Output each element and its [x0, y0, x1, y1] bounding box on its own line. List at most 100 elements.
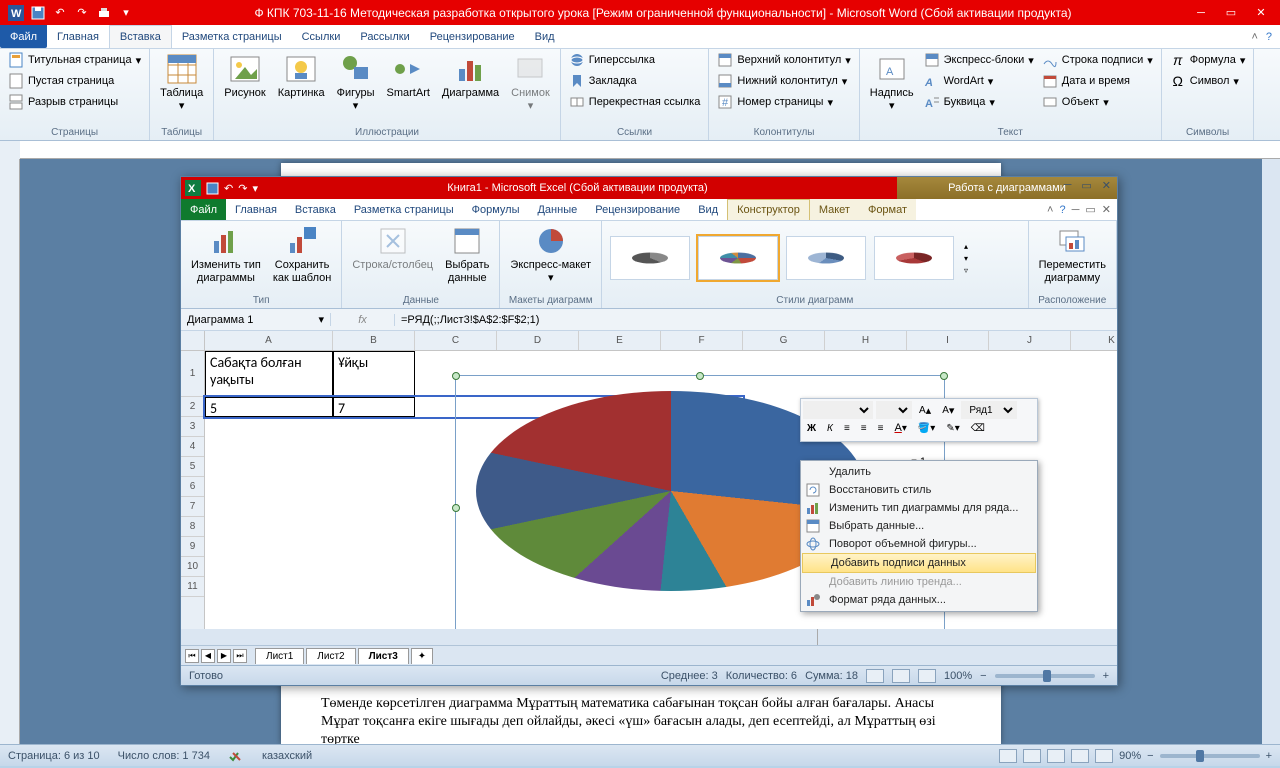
excel-minimize-button[interactable]: ─: [1064, 179, 1072, 192]
clipart-button[interactable]: Картинка: [274, 51, 329, 102]
tab-file[interactable]: Файл: [0, 25, 47, 48]
sheet-prev-icon[interactable]: ◀: [201, 649, 215, 663]
pagenum-button[interactable]: #Номер страницы ▾: [715, 93, 852, 111]
excel-tab-file[interactable]: Файл: [181, 199, 226, 220]
minimize-button[interactable]: ─: [1192, 6, 1210, 20]
excel-tab-formulas[interactable]: Формулы: [463, 199, 529, 220]
excel-zoom-in-button[interactable]: +: [1103, 670, 1109, 682]
save-icon[interactable]: [30, 5, 46, 21]
view-outline-button[interactable]: [1071, 749, 1089, 763]
view-draft-button[interactable]: [1095, 749, 1113, 763]
excel-tab-view[interactable]: Вид: [689, 199, 727, 220]
mini-align-center-icon[interactable]: ≡: [857, 419, 871, 437]
tab-references[interactable]: Ссылки: [292, 25, 351, 48]
excel-tab-layout[interactable]: Разметка страницы: [345, 199, 463, 220]
excel-view-normal-button[interactable]: [866, 669, 884, 683]
change-chart-type-button[interactable]: Изменить тип диаграммы: [187, 223, 265, 287]
mini-eraser-icon[interactable]: ⌫: [967, 419, 989, 437]
shapes-button[interactable]: Фигуры▾: [333, 51, 379, 115]
mini-fill-color-icon[interactable]: 🪣▾: [914, 419, 939, 437]
screenshot-button[interactable]: Снимок▾: [507, 51, 554, 115]
status-language[interactable]: казахский: [262, 750, 312, 762]
chart-style-1[interactable]: [610, 236, 690, 280]
switch-row-col-button[interactable]: Строка/столбец: [348, 223, 437, 274]
smartart-button[interactable]: SmartArt: [383, 51, 434, 102]
tab-layout[interactable]: Разметка страницы: [172, 25, 292, 48]
tab-home[interactable]: Главная: [47, 25, 109, 48]
mini-align-left-icon[interactable]: ≡: [840, 419, 854, 437]
excel-tab-design[interactable]: Конструктор: [727, 199, 810, 220]
sheet-tab-1[interactable]: Лист1: [255, 648, 304, 664]
chart-style-4[interactable]: [874, 236, 954, 280]
menu-change-type[interactable]: Изменить тип диаграммы для ряда...: [801, 499, 1037, 517]
zoom-in-button[interactable]: +: [1266, 750, 1272, 762]
close-button[interactable]: ✕: [1252, 6, 1270, 20]
menu-delete[interactable]: Удалить: [801, 463, 1037, 481]
excel-inner-close-icon[interactable]: ✕: [1102, 203, 1111, 216]
chart-button[interactable]: Диаграмма: [438, 51, 503, 102]
sheet-tab-2[interactable]: Лист2: [306, 648, 355, 664]
mini-font-color-icon[interactable]: A▾: [890, 419, 910, 437]
quick-layout-button[interactable]: Экспресс-макет▾: [506, 223, 595, 287]
excel-inner-max-icon[interactable]: ▭: [1085, 203, 1095, 216]
footer-button[interactable]: Нижний колонтитул ▾: [715, 72, 852, 90]
excel-help-icon[interactable]: ?: [1059, 204, 1065, 216]
column-headers[interactable]: A B C D E F G H I J K: [205, 331, 1117, 351]
print-icon[interactable]: [96, 5, 112, 21]
menu-format-series[interactable]: Формат ряда данных...: [801, 591, 1037, 609]
sheet-next-icon[interactable]: ▶: [217, 649, 231, 663]
status-words[interactable]: Число слов: 1 734: [118, 750, 210, 762]
sigline-button[interactable]: Строка подписи ▾: [1040, 51, 1155, 69]
styles-down-icon[interactable]: ▾: [964, 254, 968, 263]
excel-horizontal-scrollbar[interactable]: [817, 629, 1117, 645]
wordart-button[interactable]: AWordArt ▾: [922, 72, 1036, 90]
tab-mailings[interactable]: Рассылки: [350, 25, 419, 48]
excel-tab-format[interactable]: Формат: [859, 199, 916, 220]
new-sheet-button[interactable]: ✦: [411, 648, 433, 664]
excel-tab-insert[interactable]: Вставка: [286, 199, 345, 220]
excel-inner-min-icon[interactable]: ─: [1072, 204, 1080, 216]
mini-outline-icon[interactable]: ✎▾: [942, 419, 963, 437]
select-all-corner[interactable]: [181, 331, 205, 351]
mini-shrink-font-icon[interactable]: A▾: [938, 401, 958, 419]
mini-font-family[interactable]: [803, 401, 873, 419]
quickparts-button[interactable]: Экспресс-блоки ▾: [922, 51, 1036, 69]
excel-tab-home[interactable]: Главная: [226, 199, 286, 220]
help-icon[interactable]: ?: [1266, 31, 1272, 43]
save-as-template-button[interactable]: Сохранить как шаблон: [269, 223, 336, 287]
hyperlink-button[interactable]: Гиперссылка: [567, 51, 703, 69]
object-button[interactable]: Объект ▾: [1040, 93, 1155, 111]
menu-restore-style[interactable]: Восстановить стиль: [801, 481, 1037, 499]
mini-bold-icon[interactable]: Ж: [803, 419, 820, 437]
excel-zoom-level[interactable]: 100%: [944, 670, 972, 682]
excel-redo-icon[interactable]: ↷: [238, 182, 247, 195]
formula-input[interactable]: =РЯД(;;Лист3!$A$2:$F$2;1): [395, 314, 1117, 326]
zoom-level[interactable]: 90%: [1119, 750, 1141, 762]
view-web-button[interactable]: [1047, 749, 1065, 763]
select-data-button[interactable]: Выбрать данные: [441, 223, 493, 287]
name-box[interactable]: Диаграмма 1▾: [181, 313, 331, 326]
picture-button[interactable]: Рисунок: [220, 51, 270, 102]
tab-view[interactable]: Вид: [525, 25, 565, 48]
row-headers[interactable]: 1 234 567 8910 11: [181, 351, 205, 629]
mini-grow-font-icon[interactable]: A▴: [915, 401, 935, 419]
view-printlayout-button[interactable]: [999, 749, 1017, 763]
redo-icon[interactable]: ↷: [74, 5, 90, 21]
view-fullscreen-button[interactable]: [1023, 749, 1041, 763]
formula-button[interactable]: πФормула ▾: [1168, 51, 1248, 69]
textbox-button[interactable]: AНадпись▾: [866, 51, 918, 115]
excel-tab-data[interactable]: Данные: [528, 199, 586, 220]
blank-page-button[interactable]: Пустая страница: [6, 72, 143, 90]
mini-align-right-icon[interactable]: ≡: [874, 419, 888, 437]
undo-icon[interactable]: ↶: [52, 5, 68, 21]
move-chart-button[interactable]: Переместить диаграмму: [1035, 223, 1110, 287]
excel-save-icon[interactable]: [206, 182, 219, 195]
zoom-slider[interactable]: [1160, 754, 1260, 758]
styles-up-icon[interactable]: ▴: [964, 242, 968, 251]
qat-dropdown-icon[interactable]: ▾: [118, 5, 134, 21]
sheet-first-icon[interactable]: ⏮: [185, 649, 199, 663]
bookmark-button[interactable]: Закладка: [567, 72, 703, 90]
fx-icon[interactable]: fx: [331, 314, 395, 326]
title-page-button[interactable]: Титульная страница ▾: [6, 51, 143, 69]
sheet-tab-3[interactable]: Лист3: [358, 648, 409, 664]
